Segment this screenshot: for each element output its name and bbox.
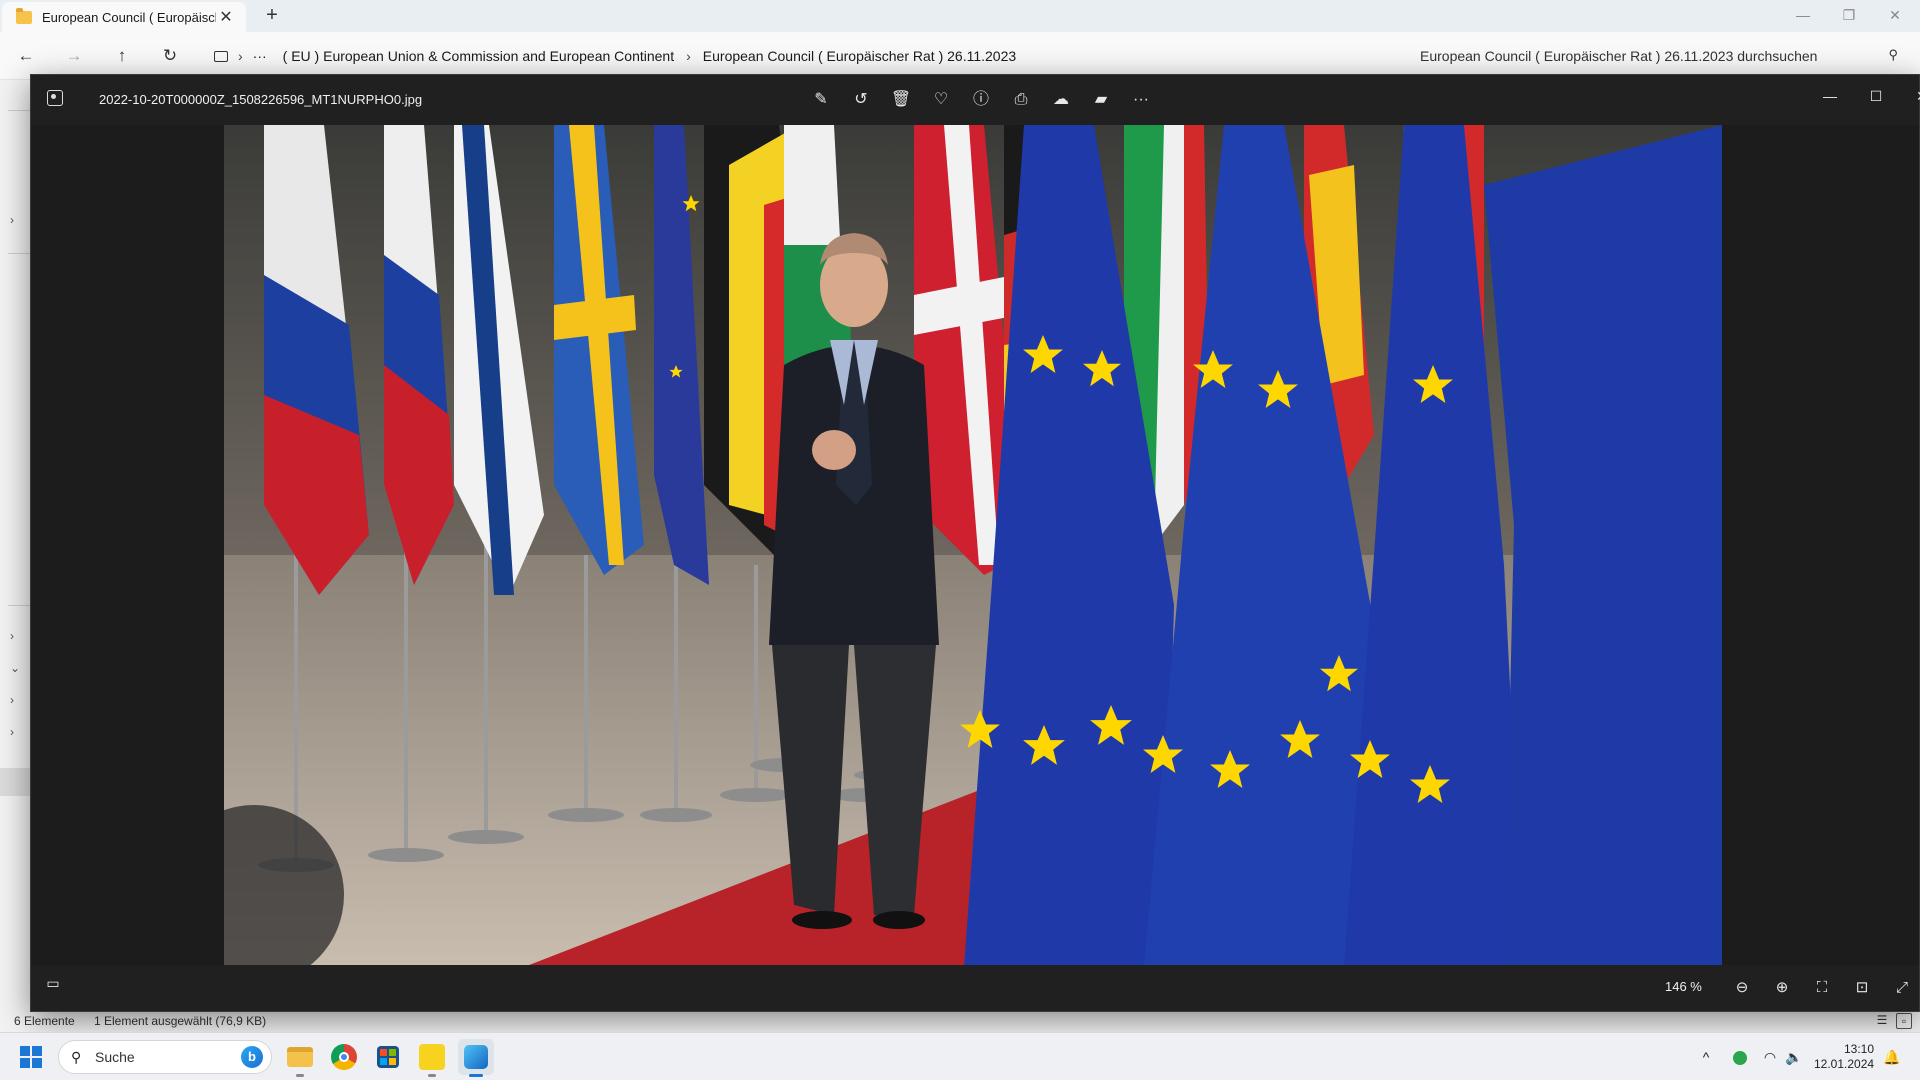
- photos-app-icon[interactable]: [458, 1039, 494, 1077]
- more-options-icon[interactable]: ···: [1121, 85, 1161, 115]
- item-count: 6 Elemente: [14, 1014, 75, 1028]
- photos-viewer-window: 2022-10-20T000000Z_1508226596_MT1NURPHO0…: [30, 74, 1920, 1012]
- chevron-right-icon[interactable]: ›: [10, 693, 14, 707]
- image-filename: 2022-10-20T000000Z_1508226596_MT1NURPHO0…: [99, 92, 423, 107]
- close-button[interactable]: ✕: [1872, 0, 1918, 32]
- new-tab-button[interactable]: +: [260, 4, 284, 27]
- chevron-right-icon[interactable]: ›: [10, 213, 14, 227]
- refresh-icon[interactable]: ↻: [156, 42, 184, 70]
- chevron-up-icon[interactable]: ^: [1694, 1033, 1718, 1080]
- image-canvas[interactable]: [31, 125, 1919, 967]
- print-icon[interactable]: ⎙: [1001, 85, 1041, 115]
- clock-time: 13:10: [1843, 1042, 1874, 1056]
- file-explorer-icon[interactable]: [282, 1039, 318, 1077]
- minimize-button[interactable]: —: [1807, 81, 1853, 111]
- tab-title: European Council ( Europäisch: [42, 9, 216, 25]
- folder-icon: [16, 7, 32, 24]
- navigation-pane: › › ⌄ › ›: [0, 80, 30, 1030]
- bing-icon[interactable]: b: [241, 1046, 263, 1068]
- up-icon[interactable]: ↑: [108, 42, 136, 70]
- search-icon: ⚲: [1888, 47, 1898, 62]
- close-button[interactable]: ✕: [1899, 81, 1920, 111]
- zoom-in-icon[interactable]: ⊕: [1767, 975, 1797, 1001]
- fit-to-window-icon[interactable]: ⛶: [1807, 975, 1837, 1001]
- info-icon[interactable]: ⓘ: [961, 85, 1001, 115]
- chevron-right-icon: ›: [686, 48, 691, 64]
- explorer-search-input[interactable]: European Council ( Europäischer Rat ) 26…: [1404, 40, 1912, 72]
- fullscreen-icon[interactable]: ⤢: [1887, 975, 1917, 1001]
- breadcrumb-overflow[interactable]: ···: [253, 48, 267, 64]
- delete-icon[interactable]: 🗑: [881, 85, 921, 115]
- filmstrip-toggle-icon[interactable]: ▭: [41, 975, 65, 999]
- restore-button[interactable]: ❐: [1826, 0, 1872, 32]
- edit-image-icon[interactable]: ✎: [801, 85, 841, 115]
- breadcrumb-item-eu[interactable]: ( EU ) European Union & Commission and E…: [283, 48, 674, 64]
- chevron-down-icon[interactable]: ⌄: [10, 661, 20, 675]
- clipchamp-icon[interactable]: ▰: [1081, 85, 1121, 115]
- nav-item-selected[interactable]: [0, 768, 30, 796]
- volume-icon[interactable]: 🔈: [1782, 1033, 1806, 1080]
- displayed-photo[interactable]: [224, 125, 1722, 967]
- wifi-icon[interactable]: ◠: [1758, 1033, 1782, 1080]
- selection-info: 1 Element ausgewählt (76,9 KB): [94, 1014, 267, 1028]
- explorer-status-bar: 6 Elemente 1 Element ausgewählt (76,9 KB…: [0, 1010, 1920, 1032]
- address-field[interactable]: › ··· ( EU ) European Union & Commission…: [200, 40, 1400, 72]
- back-icon[interactable]: ←: [12, 42, 40, 70]
- taskbar-search-placeholder: Suche: [95, 1049, 135, 1065]
- minimize-button[interactable]: —: [1780, 0, 1826, 32]
- breadcrumb-item-council[interactable]: European Council ( Europäischer Rat ) 26…: [703, 48, 1016, 64]
- search-icon: ⚲: [71, 1049, 82, 1065]
- taskbar-search-input[interactable]: ⚲ Suche b: [58, 1040, 272, 1074]
- actual-size-icon[interactable]: ⊡: [1847, 975, 1877, 1001]
- onedrive-icon[interactable]: ☁: [1041, 85, 1081, 115]
- taskbar-clock[interactable]: 13:10 12.01.2024: [1814, 1042, 1874, 1072]
- chrome-icon[interactable]: [326, 1039, 362, 1075]
- start-button-windows-icon[interactable]: [20, 1046, 42, 1068]
- security-shield-icon[interactable]: [1728, 1033, 1752, 1080]
- chevron-right-icon[interactable]: ›: [10, 725, 14, 739]
- photos-title-bar: 2022-10-20T000000Z_1508226596_MT1NURPHO0…: [31, 75, 1920, 125]
- search-placeholder: European Council ( Europäischer Rat ) 26…: [1420, 48, 1818, 64]
- tiles-view-icon[interactable]: ▫: [1896, 1013, 1912, 1029]
- rotate-icon[interactable]: ↺: [841, 85, 881, 115]
- zoom-level[interactable]: 146 %: [1665, 979, 1702, 994]
- photo-content: [224, 125, 1722, 967]
- clock-date: 12.01.2024: [1814, 1057, 1875, 1071]
- photos-app-icon: [47, 90, 63, 106]
- explorer-address-bar: ← → ↑ ↻ › ··· ( EU ) European Union & Co…: [0, 32, 1920, 80]
- explorer-tab[interactable]: European Council ( Europäisch ✕: [2, 2, 246, 32]
- favorite-icon[interactable]: ♡: [921, 85, 961, 115]
- zoom-out-icon[interactable]: ⊖: [1727, 975, 1757, 1001]
- maximize-button[interactable]: ☐: [1853, 81, 1899, 111]
- divider: [8, 605, 30, 606]
- media-player-icon[interactable]: [414, 1039, 450, 1077]
- computer-icon: [214, 50, 228, 62]
- notification-bell-icon[interactable]: 🔔: [1880, 1033, 1904, 1080]
- forward-icon[interactable]: →: [60, 42, 88, 70]
- explorer-tab-bar: European Council ( Europäisch ✕ + — ❐ ✕: [0, 0, 1920, 32]
- divider: [8, 110, 30, 111]
- divider: [8, 253, 30, 254]
- chevron-right-icon: ›: [238, 48, 243, 64]
- photos-toolbar: ✎ ↺ 🗑 ♡ ⓘ ⎙ ☁ ▰ ···: [801, 85, 1161, 115]
- photos-bottom-bar: ▭ 146 % ⊖ ⊕ ⛶ ⊡ ⤢: [31, 965, 1919, 1011]
- chevron-right-icon[interactable]: ›: [10, 629, 14, 643]
- taskbar: ⚲ Suche b ^ ◠ 🔈 13:10 12.01.2024 🔔: [0, 1032, 1920, 1080]
- details-view-icon[interactable]: ☰: [1874, 1013, 1890, 1029]
- tab-close-icon[interactable]: ✕: [216, 7, 236, 27]
- microsoft-store-icon[interactable]: [370, 1039, 406, 1075]
